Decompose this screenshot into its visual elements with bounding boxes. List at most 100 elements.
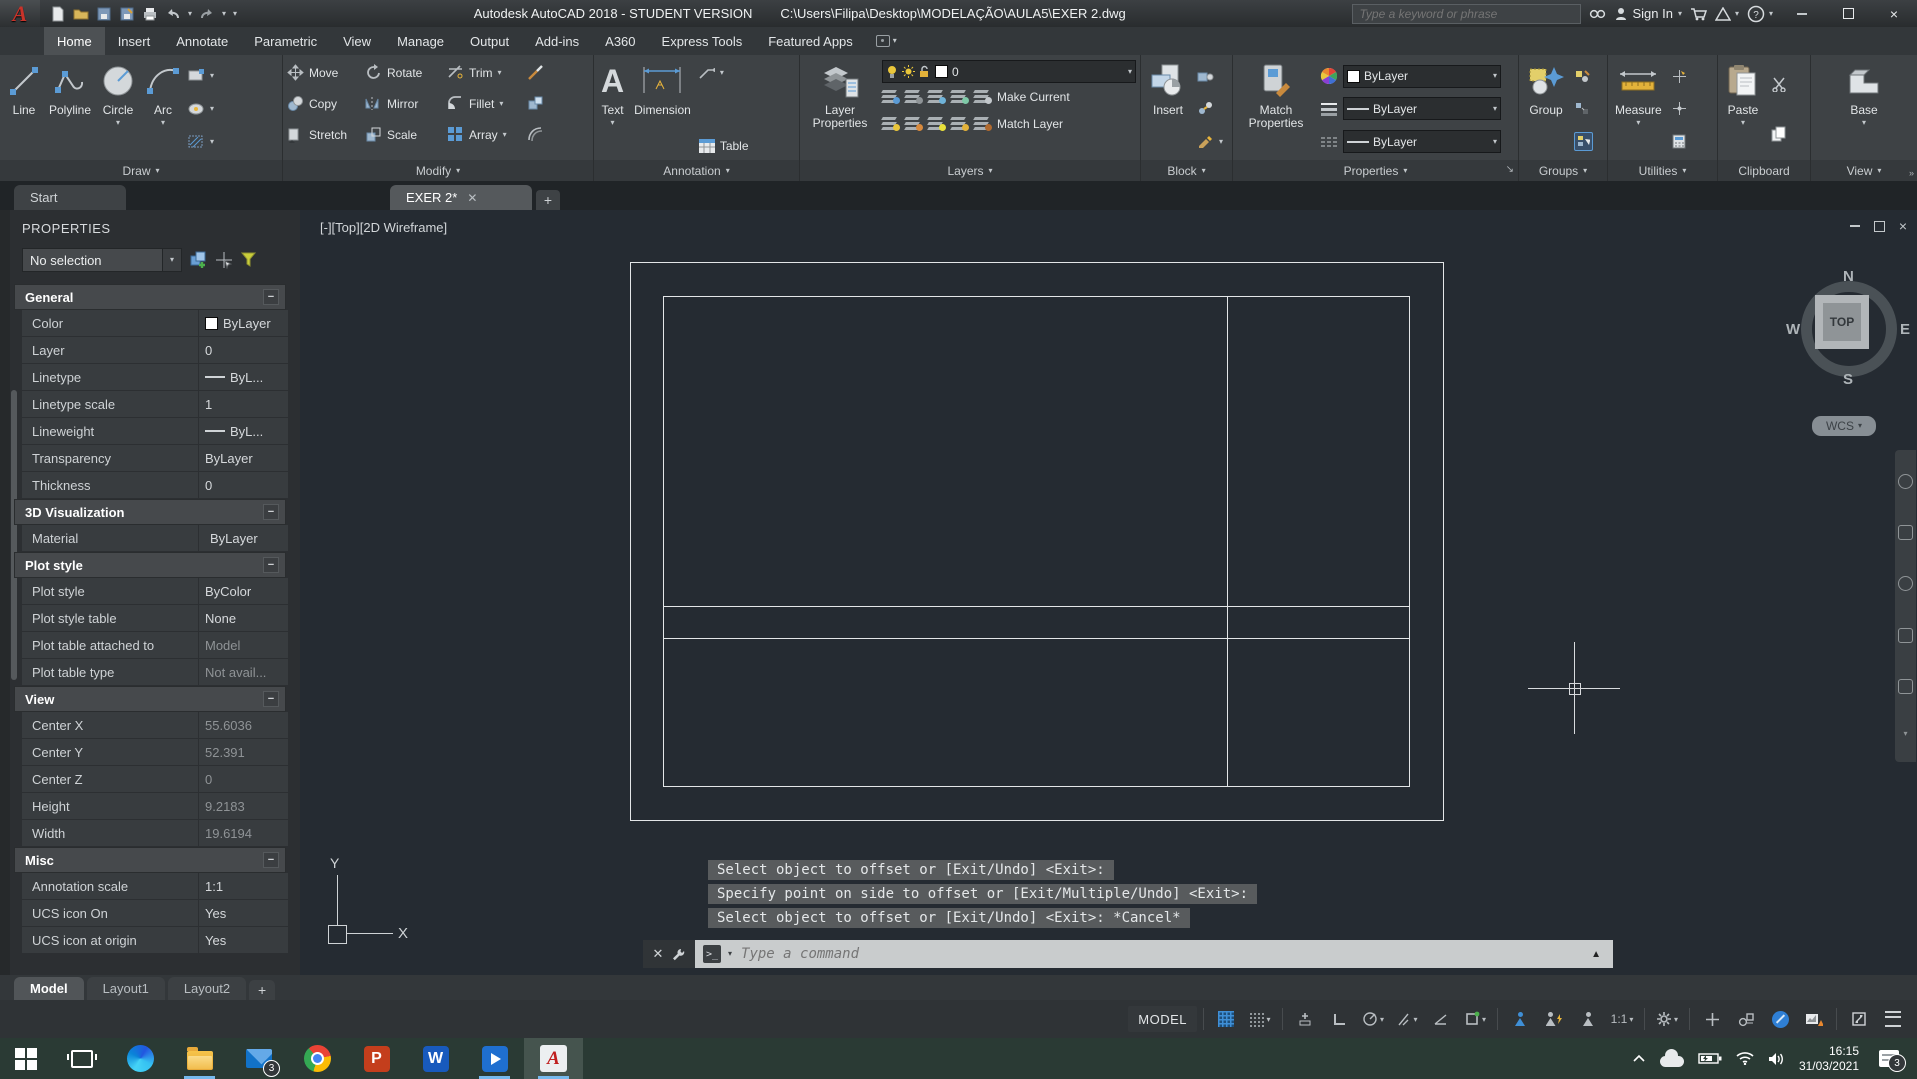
performance-monitor-button[interactable] [1798, 1006, 1830, 1032]
open-file-icon[interactable] [73, 6, 89, 22]
copy-clip-icon[interactable] [1770, 125, 1787, 142]
trim-dropdown-icon[interactable]: ▾ [498, 68, 502, 77]
layout-tab-model[interactable]: Model [14, 977, 84, 1000]
scale-value-button[interactable]: 1:1 ▾ [1606, 1006, 1638, 1032]
quick-calculator-icon[interactable] [1671, 133, 1688, 150]
isolate-objects-button[interactable] [1730, 1006, 1762, 1032]
search-input[interactable] [1352, 3, 1582, 24]
ribbon-tab-addins[interactable]: Add-ins [522, 27, 592, 55]
selection-dropdown[interactable]: No selection ▾ [22, 248, 182, 272]
ungroup-icon[interactable] [1574, 100, 1591, 117]
paste-dropdown-icon[interactable]: ▾ [1741, 119, 1745, 127]
taskbar-movies[interactable] [465, 1038, 524, 1079]
object-snap-button[interactable]: ▾ [1459, 1006, 1491, 1032]
showmotion-icon[interactable] [1898, 678, 1913, 694]
linetype-dropdown[interactable]: ByLayer ▾ [1343, 130, 1501, 154]
navbar-more-icon[interactable]: ▾ [1903, 729, 1907, 738]
section-header-plot-style[interactable]: Plot style − [14, 552, 286, 578]
command-expand-icon[interactable]: ▲ [1591, 949, 1605, 960]
select-objects-icon[interactable] [215, 252, 232, 269]
navigation-wheel-icon[interactable] [1898, 474, 1913, 490]
prop-value-plot-style[interactable]: ByColor [198, 578, 288, 604]
layout-tab-layout2[interactable]: Layout2 [167, 977, 247, 1000]
volume-icon[interactable] [1768, 1052, 1785, 1066]
ribbon-tab-home[interactable]: Home [44, 27, 105, 55]
erase-brush-icon[interactable] [527, 64, 544, 81]
ribbon-tab-manage[interactable]: Manage [384, 27, 457, 55]
command-input-area[interactable]: >_ ▾ ▲ [695, 940, 1613, 968]
circle-tool[interactable]: Circle ▾ [96, 58, 140, 160]
define-attribute-icon[interactable] [1197, 100, 1214, 117]
viewcube[interactable]: N S W E TOP [1786, 268, 1910, 388]
ribbon-tab-output[interactable]: Output [457, 27, 522, 55]
section-header-misc[interactable]: Misc − [14, 847, 286, 873]
prop-value-thickness[interactable]: 0 [198, 472, 288, 498]
layer-select-dropdown[interactable]: 0 ▾ [882, 60, 1136, 83]
layer-off-icon[interactable] [881, 90, 900, 104]
command-close-icon[interactable]: ✕ [653, 946, 664, 962]
ribbon-tab-view[interactable]: View [330, 27, 384, 55]
prop-value-annotation-scale[interactable]: 1:1 [198, 873, 288, 899]
ribbon-display-mode-button[interactable]: ▾ [875, 27, 897, 55]
prop-value-lineweight[interactable]: ByL... [198, 418, 288, 444]
app-store-cart-icon[interactable] [1690, 7, 1707, 21]
workspace-switching-button[interactable]: ▾ [1651, 1006, 1683, 1032]
layer-properties-tool[interactable]: Layer Properties [804, 58, 876, 160]
ribbon-tab-parametric[interactable]: Parametric [241, 27, 330, 55]
redo-dropdown-icon[interactable]: ▾ [222, 9, 226, 18]
panel-footer-draw[interactable]: Draw ▾ [0, 160, 282, 181]
block-edit-tool[interactable]: ▾ [1197, 133, 1223, 150]
table-tool[interactable]: Table [698, 137, 749, 154]
collapse-icon[interactable]: − [263, 852, 279, 868]
taskbar-chrome[interactable] [288, 1038, 347, 1079]
qat-customize-icon[interactable]: ▾ [233, 9, 237, 18]
a360-share-icon[interactable]: ▾ [1714, 6, 1739, 21]
command-wrench-icon[interactable] [672, 948, 685, 961]
help-icon[interactable]: ? ▾ [1747, 5, 1773, 23]
array-dropdown-icon[interactable]: ▾ [503, 130, 507, 139]
polyline-tool[interactable]: Polyline [46, 58, 94, 160]
ribbon-collapse-icon[interactable]: » [1909, 168, 1914, 178]
viewcube-east[interactable]: E [1900, 321, 1910, 338]
wcs-dropdown[interactable]: WCS ▾ [1812, 416, 1876, 436]
trim-tool[interactable]: Trim ▾ [447, 64, 527, 81]
collapse-icon[interactable]: − [263, 289, 279, 305]
isometric-drafting-button[interactable]: ▾ [1391, 1006, 1423, 1032]
autoscale-button[interactable] [1538, 1006, 1570, 1032]
panel-footer-annotation[interactable]: Annotation ▾ [594, 160, 799, 181]
paste-tool[interactable]: Paste ▾ [1722, 58, 1764, 160]
prop-value-plot-style-table[interactable]: None [198, 605, 288, 631]
panel-footer-block[interactable]: Block ▾ [1141, 160, 1232, 181]
group-selection-toggle-icon[interactable] [1574, 131, 1593, 151]
panel-footer-clipboard[interactable]: Clipboard [1718, 160, 1810, 181]
array-tool[interactable]: Array ▾ [447, 126, 527, 143]
collapse-icon[interactable]: − [263, 691, 279, 707]
stretch-tool[interactable]: Stretch [287, 126, 365, 143]
customization-button[interactable] [1877, 1006, 1909, 1032]
id-point-icon[interactable] [1671, 68, 1688, 85]
explode-icon[interactable] [527, 95, 544, 112]
dimension-tool[interactable]: Dimension [631, 58, 694, 160]
lineweight-dropdown[interactable]: ByLayer ▾ [1343, 97, 1501, 121]
taskbar-mail[interactable]: 3 [229, 1038, 288, 1079]
layer-on-tool-icon[interactable] [881, 117, 900, 131]
layer-lock-tool-icon[interactable] [950, 90, 969, 104]
prop-value-color[interactable]: ByLayer [198, 310, 288, 336]
rectangle-tool[interactable]: ▾ [188, 68, 214, 85]
create-block-icon[interactable] [1197, 68, 1214, 85]
block-edit-dropdown-icon[interactable]: ▾ [1219, 137, 1223, 146]
palette-scrollbar[interactable] [11, 390, 17, 680]
copy-tool[interactable]: Copy [287, 95, 365, 112]
prop-value-ucs-icon-on[interactable]: Yes [198, 900, 288, 926]
layer-unlock-icon[interactable] [950, 117, 969, 131]
rotate-tool[interactable]: Rotate [365, 64, 447, 81]
prop-value-linetype[interactable]: ByL... [198, 364, 288, 390]
taskbar-edge[interactable] [111, 1038, 170, 1079]
ribbon-tab-a360[interactable]: A360 [592, 27, 648, 55]
sign-in-dropdown-icon[interactable]: ▾ [1678, 9, 1682, 18]
new-drawing-tab-button[interactable]: + [536, 190, 560, 210]
section-header-general[interactable]: General − [14, 284, 286, 310]
drawing-canvas[interactable]: [-][Top][2D Wireframe] × N S W E TOP WCS… [300, 210, 1917, 975]
make-current-icon[interactable] [973, 90, 992, 104]
redo-icon[interactable] [199, 6, 215, 22]
